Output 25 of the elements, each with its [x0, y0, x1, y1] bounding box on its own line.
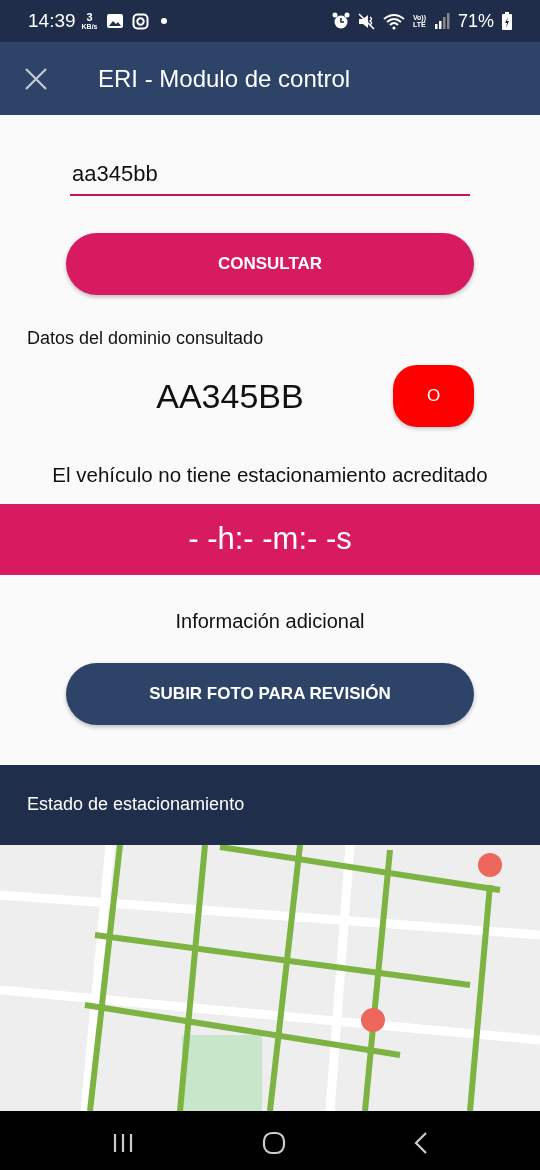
status-button[interactable]: O [393, 365, 474, 427]
image-icon [105, 13, 124, 29]
search-field[interactable]: aa345bb [70, 157, 470, 196]
clock-text: 14:39 [28, 8, 76, 33]
section-label: Información adicional [174, 608, 366, 634]
window-title: ERI - Modulo de control [98, 63, 351, 94]
speed-value: 3 [86, 12, 93, 23]
status-message: El vehículo no tiene estacionamiento acreditado [51, 462, 489, 488]
camera-icon [131, 12, 149, 30]
consult-button[interactable]: CONSULTAR [66, 233, 474, 295]
battery-text: 71% [457, 9, 494, 33]
signal-icon [433, 13, 450, 29]
recent-apps-icon[interactable] [112, 1132, 134, 1153]
back-icon[interactable] [414, 1131, 428, 1154]
alarm-icon [331, 12, 350, 30]
home-icon[interactable] [262, 1130, 286, 1155]
section-title: Estado de estacionamiento [27, 793, 245, 817]
timer-text: - -h:- -m:- -s [188, 520, 352, 558]
mute-icon [357, 12, 375, 30]
close-button[interactable] [24, 66, 48, 91]
upload-button[interactable]: SUBIR FOTO PARA REVISIÓN [66, 662, 474, 725]
battery-icon [502, 12, 512, 30]
wifi-icon [382, 12, 405, 30]
plate-text: AA345BB [155, 375, 305, 417]
section-label: Datos del dominio consultado [27, 327, 265, 350]
